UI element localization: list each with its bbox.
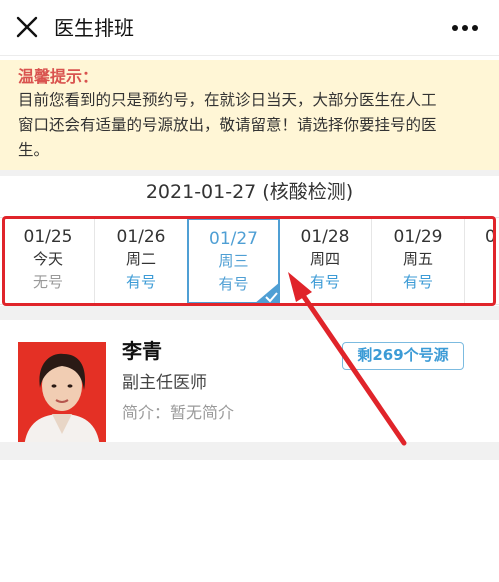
notice-line-3: 生。	[18, 141, 50, 159]
close-icon[interactable]	[14, 14, 40, 40]
doctor-intro: 简介：暂无简介	[122, 403, 235, 422]
remaining-slots-badge: 剩269个号源	[342, 342, 464, 370]
selected-date-header: 2021-01-27 (核酸检测)	[145, 181, 354, 203]
more-icon[interactable]	[451, 16, 479, 40]
notice-title: 温馨提示：	[18, 67, 99, 86]
notice-banner: 温馨提示： 目前您看到的只是预约号，在就诊日当天，大部分医生在人工 窗口还会有适…	[0, 60, 499, 170]
doctor-name: 李青	[122, 339, 162, 363]
page-title: 医生排班	[54, 16, 134, 40]
highlight-box	[2, 216, 496, 306]
section-divider	[0, 442, 499, 460]
section-divider	[0, 306, 499, 320]
notice-line-2: 窗口还会有适量的号源放出，敬请留意！请选择你要挂号的医	[18, 116, 437, 134]
doctor-card[interactable]: 李青 副主任医师 简介：暂无简介 剩269个号源	[0, 320, 499, 448]
avatar-photo	[18, 342, 106, 448]
top-navigation-bar: 医生排班	[0, 0, 499, 56]
doctor-avatar	[18, 342, 106, 448]
doctor-title: 副主任医师	[122, 373, 207, 393]
notice-line-1: 目前您看到的只是预约号，在就诊日当天，大部分医生在人工	[18, 91, 437, 109]
